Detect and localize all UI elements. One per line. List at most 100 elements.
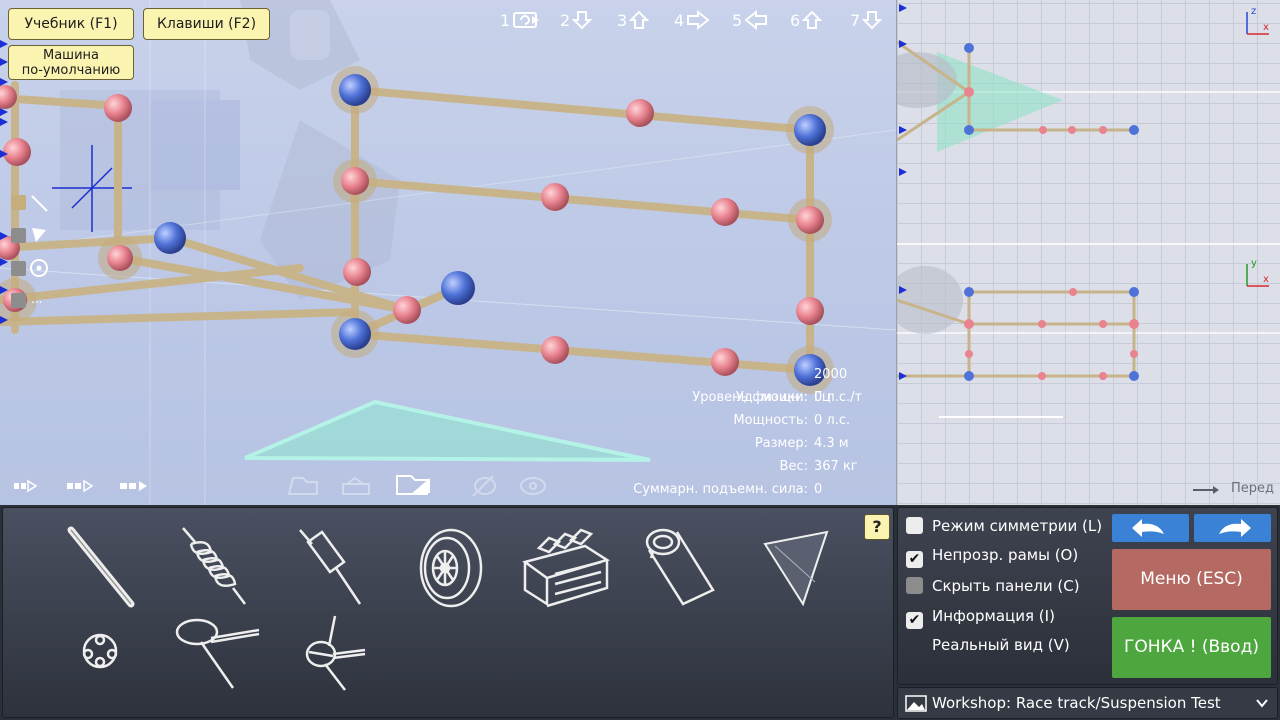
front-label: Перед bbox=[1230, 481, 1274, 496]
frame-beams[interactable] bbox=[0, 81, 814, 374]
info-stats: Уровень физики:2000 Гц Уд. мощн.: 0 л.с./… bbox=[566, 363, 866, 501]
wing-part-icon[interactable] bbox=[755, 522, 839, 612]
view-number: 1 bbox=[500, 11, 511, 30]
menu-button[interactable]: Меню (ESC) bbox=[1112, 549, 1271, 610]
undo-button[interactable] bbox=[1112, 514, 1189, 542]
axis-x-label: x bbox=[1263, 22, 1269, 33]
arrow-up-icon bbox=[801, 10, 823, 29]
stat-value: 0 л.с./т bbox=[814, 390, 863, 405]
checkbox-unchecked[interactable] bbox=[906, 517, 923, 534]
help-button[interactable]: ? bbox=[864, 514, 890, 540]
options-panel: Режим симметрии (L) ✔ Непрозр. рамы (O) С… bbox=[897, 507, 1278, 685]
view-number: 6 bbox=[790, 11, 801, 30]
view-button-7[interactable]: 7 bbox=[850, 8, 883, 34]
jet-part-icon[interactable] bbox=[639, 522, 723, 612]
axis-indicator-xy: y x bbox=[1246, 258, 1269, 287]
app-window: ... Учебник (F1) Клавиши (F2) Машина по-… bbox=[0, 0, 1280, 720]
chevron-down-icon bbox=[1256, 699, 1268, 708]
option-label: Непрозр. рамы (O) bbox=[932, 546, 1079, 564]
rotator-part-icon[interactable] bbox=[299, 612, 369, 692]
view-button-3[interactable]: 3 bbox=[617, 8, 650, 34]
stat-label: Вес: bbox=[779, 459, 808, 474]
view-button-6[interactable]: 6 bbox=[790, 8, 823, 34]
stat-power: Мощность: 0 л.с. bbox=[566, 409, 866, 432]
rotate-view-icon bbox=[513, 12, 540, 28]
stat-value: 0 л.с. bbox=[814, 413, 851, 428]
real-view-toggle[interactable]: Реальный вид (V) bbox=[906, 634, 1070, 656]
race-button[interactable]: ГОНКА ! (Ввод) bbox=[1112, 617, 1271, 678]
beam-part-icon[interactable] bbox=[59, 522, 143, 612]
checkbox-placeholder bbox=[906, 636, 923, 653]
node-part-icon[interactable] bbox=[75, 626, 125, 676]
arrow-up-icon bbox=[628, 10, 650, 29]
view-button-5[interactable]: 5 bbox=[732, 8, 768, 34]
option-label: Информация (I) bbox=[932, 607, 1055, 625]
simulation-speed-controls[interactable] bbox=[14, 478, 164, 496]
checkbox-checked[interactable]: ✔ bbox=[906, 612, 923, 629]
piston-part-icon[interactable] bbox=[288, 522, 372, 612]
stat-label: Размер: bbox=[754, 436, 808, 451]
default-car-label-line1: Машина bbox=[43, 48, 99, 63]
svg-text:...: ... bbox=[31, 292, 42, 306]
view-number: 4 bbox=[674, 11, 685, 30]
view-number: 5 bbox=[732, 11, 743, 30]
view-tool-icons[interactable] bbox=[285, 474, 555, 500]
stat-physics: Уровень физики:2000 Гц bbox=[566, 363, 866, 405]
redo-icon bbox=[1219, 519, 1251, 537]
view-number: 7 bbox=[850, 11, 861, 30]
view-button-2[interactable]: 2 bbox=[560, 8, 593, 34]
arrow-down-icon bbox=[861, 11, 883, 30]
stat-value: 4.3 м bbox=[814, 436, 849, 451]
tutorial-button[interactable]: Учебник (F1) bbox=[8, 8, 134, 40]
3d-viewport[interactable]: ... Учебник (F1) Клавиши (F2) Машина по-… bbox=[0, 0, 896, 505]
info-toggle[interactable]: ✔ Информация (I) bbox=[906, 605, 1055, 629]
axis-indicator-xz: z x bbox=[1246, 6, 1269, 35]
undo-icon bbox=[1132, 519, 1164, 537]
stat-size: Размер: 4.3 м bbox=[566, 432, 866, 455]
level-prefix: Workshop: bbox=[932, 694, 1012, 712]
wheel-part-icon[interactable] bbox=[409, 522, 493, 612]
redo-button[interactable] bbox=[1194, 514, 1271, 542]
option-label: Скрыть панели (C) bbox=[932, 577, 1080, 595]
view-number: 2 bbox=[560, 11, 571, 30]
stat-value: 0 bbox=[814, 482, 823, 497]
top-view-nodes bbox=[964, 287, 1139, 381]
arrow-down-icon bbox=[571, 11, 593, 30]
views-divider bbox=[897, 243, 1280, 245]
checkbox-disabled[interactable] bbox=[906, 577, 923, 594]
option-label: Реальный вид (V) bbox=[932, 636, 1070, 654]
arrow-left-icon bbox=[744, 9, 768, 31]
axis-y-label: y bbox=[1251, 258, 1257, 269]
stat-downforce: Суммарн. подъемн. сила: 0 bbox=[566, 478, 866, 501]
default-car-button[interactable]: Машина по-умолчанию bbox=[8, 45, 134, 80]
stat-weight: Вес: 367 кг bbox=[566, 455, 866, 478]
view-button-1[interactable]: 1 bbox=[500, 8, 542, 34]
axis-z-label: z bbox=[1251, 6, 1256, 17]
steering-part-icon[interactable] bbox=[171, 612, 265, 692]
symmetry-mode-toggle[interactable]: Режим симметрии (L) bbox=[906, 515, 1102, 537]
ortho-views-drawing[interactable]: z x y x bbox=[897, 0, 1280, 505]
camera-view-buttons: 1 2 3 4 5 6 7 bbox=[500, 8, 885, 34]
view-number: 3 bbox=[617, 11, 628, 30]
option-label: Режим симметрии (L) bbox=[932, 517, 1103, 535]
checkbox-checked[interactable]: ✔ bbox=[906, 551, 923, 568]
stat-value: 367 кг bbox=[814, 459, 858, 474]
stat-label: Уд. мощн.: bbox=[735, 390, 808, 405]
front-arrow-icon bbox=[1193, 486, 1219, 494]
arrow-right-icon bbox=[687, 9, 710, 31]
spring-part-icon[interactable] bbox=[173, 522, 257, 612]
landscape-icon bbox=[905, 695, 927, 712]
level-select[interactable]: Workshop: Race track/Suspension Test bbox=[897, 687, 1278, 719]
opaque-frames-toggle[interactable]: ✔ Непрозр. рамы (O) bbox=[906, 544, 1079, 568]
default-car-label-line2: по-умолчанию bbox=[21, 63, 121, 78]
keys-button[interactable]: Клавиши (F2) bbox=[143, 8, 270, 40]
level-name: Race track/Suspension Test bbox=[1015, 694, 1221, 712]
parts-toolbar: ? bbox=[2, 507, 894, 718]
view-button-4[interactable]: 4 bbox=[674, 8, 710, 34]
stat-label: Мощность: bbox=[733, 413, 808, 428]
stat-label: Суммарн. подъемн. сила: bbox=[633, 482, 808, 497]
hide-panels-toggle[interactable]: Скрыть панели (C) bbox=[906, 575, 1080, 597]
engine-part-icon[interactable] bbox=[515, 522, 615, 612]
axis-x-label: x bbox=[1263, 274, 1269, 285]
ortho-views-panel[interactable]: z x y x Перед bbox=[896, 0, 1280, 505]
